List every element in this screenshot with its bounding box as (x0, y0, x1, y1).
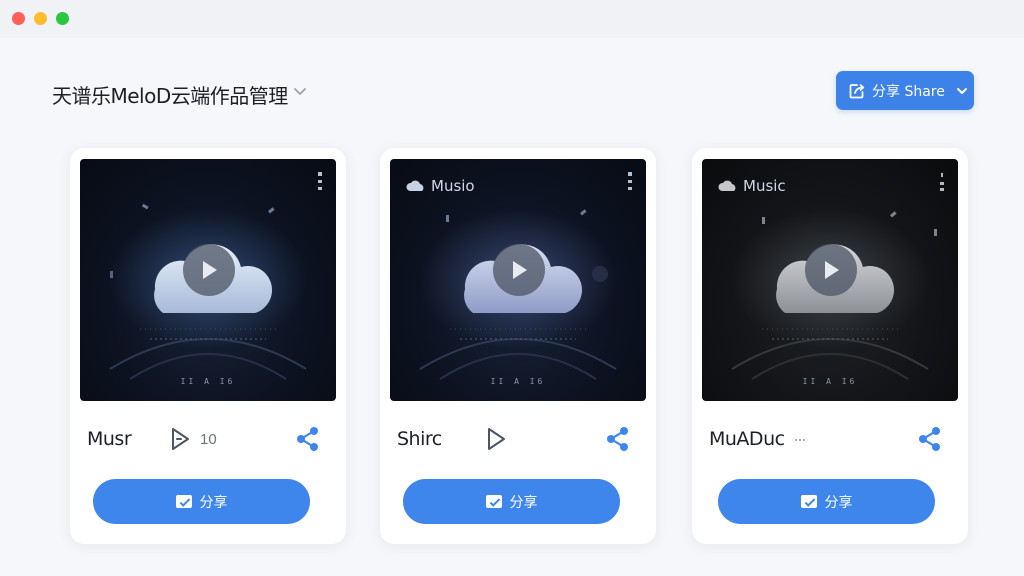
page-title: 天谱乐MeloD云端作品管理 (52, 84, 288, 108)
maximize-window-button[interactable] (56, 12, 69, 25)
title-bar (0, 0, 1024, 38)
more-vertical-icon[interactable] (938, 169, 946, 195)
cover-caption: II A I6 (180, 377, 236, 386)
close-window-button[interactable] (12, 12, 25, 25)
cover-image[interactable]: Music II A I6 (702, 159, 958, 401)
dash-icon (795, 439, 807, 441)
play-outline-icon (172, 428, 189, 450)
share-button[interactable]: 分享 Share (836, 71, 974, 110)
work-card: II A I6 Musr 10 分享 (70, 148, 346, 544)
share-out-icon (175, 495, 192, 508)
chevron-down-icon (956, 87, 967, 94)
play-outline-icon (488, 428, 505, 450)
play-count (794, 438, 816, 442)
work-title: Shirc (397, 428, 442, 450)
share-button-label: 分享 Share (872, 83, 945, 100)
card-share-button-label: 分享 (199, 494, 228, 511)
work-card: Music II A I6 MuADuc 分享 (692, 148, 968, 544)
play-button[interactable] (493, 244, 545, 296)
share-nodes-icon[interactable] (294, 425, 322, 453)
card-share-button[interactable]: 分享 (718, 479, 935, 524)
play-icon (203, 261, 217, 279)
share-out-icon (800, 495, 817, 508)
cloud-icon (718, 180, 736, 191)
play-icon (825, 261, 839, 279)
chevron-down-icon[interactable] (292, 86, 308, 98)
brand-label: Music (718, 177, 786, 195)
card-share-button[interactable]: 分享 (93, 479, 310, 524)
cloud-icon (406, 180, 424, 191)
play-button[interactable] (805, 244, 857, 296)
work-title: MuADuc (709, 428, 785, 450)
cover-caption: II A I6 (802, 377, 858, 386)
card-share-button-label: 分享 (509, 494, 538, 511)
app-window: 天谱乐MeloD云端作品管理 分享 Share II A I6 Musr 10 … (0, 0, 1024, 576)
share-out-icon (849, 83, 865, 98)
play-icon (513, 261, 527, 279)
play-button[interactable] (183, 244, 235, 296)
play-count (484, 426, 516, 452)
card-share-button-label: 分享 (824, 494, 853, 511)
work-title: Musr (87, 428, 132, 450)
play-count: 10 (168, 426, 217, 452)
play-count-value: 10 (200, 430, 217, 448)
work-card: Musio II A I6 Shirc 分享 (380, 148, 656, 544)
share-out-icon (485, 495, 502, 508)
share-nodes-icon[interactable] (604, 425, 632, 453)
brand-label: Musio (406, 177, 475, 195)
cover-caption: II A I6 (490, 377, 546, 386)
more-vertical-icon[interactable] (626, 169, 634, 195)
card-share-button[interactable]: 分享 (403, 479, 620, 524)
cover-image[interactable]: II A I6 (80, 159, 336, 401)
share-nodes-icon[interactable] (916, 425, 944, 453)
cover-image[interactable]: Musio II A I6 (390, 159, 646, 401)
brand-text: Musio (431, 177, 475, 195)
brand-text: Music (743, 177, 786, 195)
minimize-window-button[interactable] (34, 12, 47, 25)
more-vertical-icon[interactable] (316, 169, 324, 195)
